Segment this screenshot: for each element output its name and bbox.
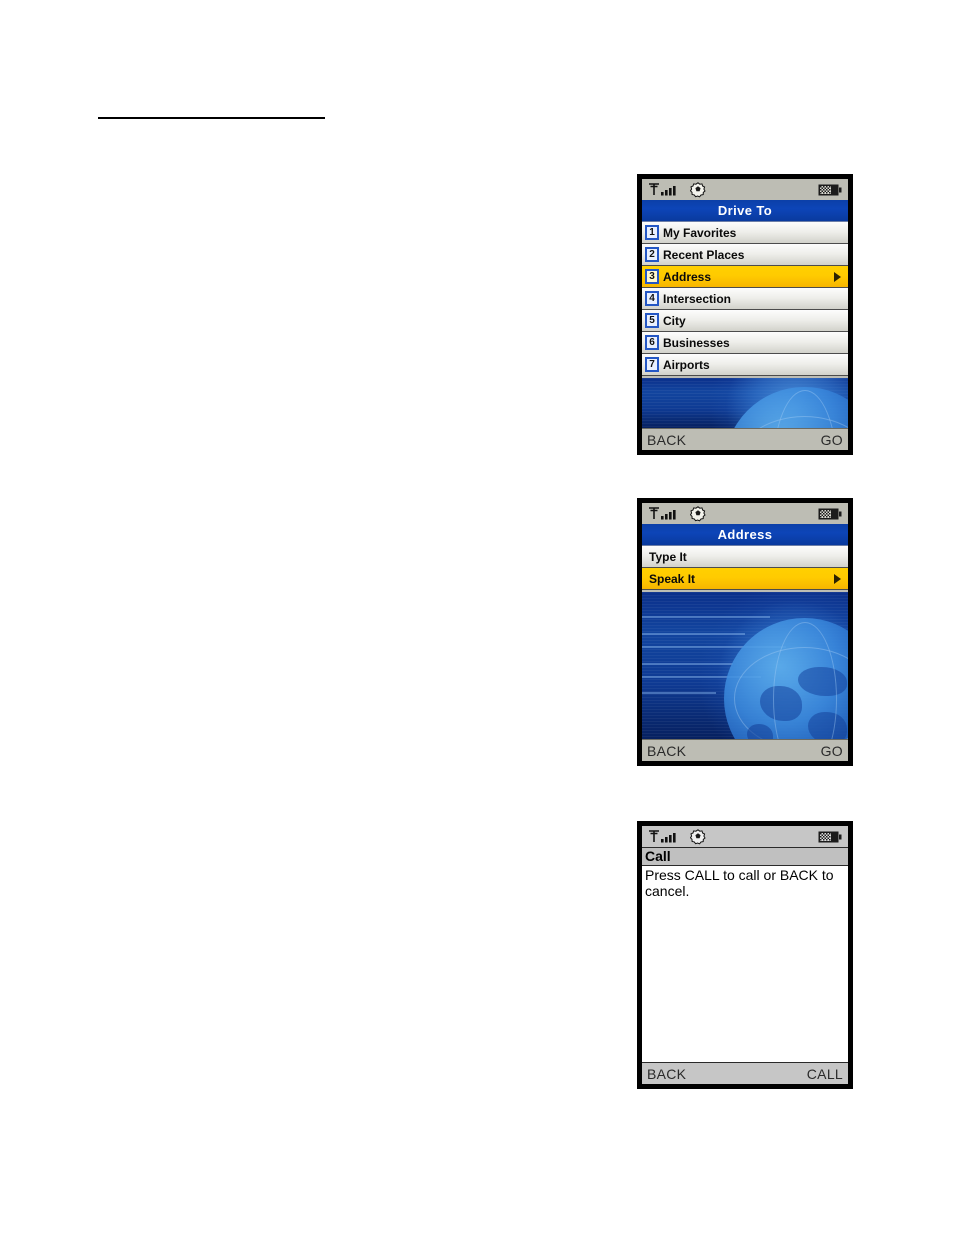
menu-item-label: Airports: [663, 357, 710, 372]
status-bar: [642, 179, 848, 200]
menu-item-label: City: [663, 313, 686, 328]
screen-title-call: Call: [642, 847, 848, 866]
battery-icon: [818, 184, 842, 196]
soft-key-bar: BACK CALL: [642, 1062, 848, 1084]
globe-graphic: [724, 387, 848, 428]
item-number-badge: 7: [645, 357, 659, 372]
item-number-badge: 4: [645, 291, 659, 306]
battery-icon: [818, 508, 842, 520]
screen-title-drive-to: Drive To: [642, 200, 848, 222]
device-screen: Address Type It Speak It BACK GO: [642, 503, 848, 761]
item-number-badge: 5: [645, 313, 659, 328]
softkey-back[interactable]: BACK: [647, 1066, 686, 1082]
softkey-back[interactable]: BACK: [647, 432, 686, 448]
menu-item-city[interactable]: 5 City: [642, 310, 848, 332]
menu-item-label: Businesses: [663, 335, 730, 350]
menu-item-recent-places[interactable]: 2 Recent Places: [642, 244, 848, 266]
globe-graphic: [724, 618, 848, 739]
softkey-call[interactable]: CALL: [807, 1066, 843, 1082]
call-prompt-text: Press CALL to call or BACK to cancel.: [642, 866, 848, 1061]
gear-icon: [690, 506, 706, 522]
globe-wallpaper: [642, 592, 848, 739]
menu-item-address[interactable]: 3 Address: [642, 266, 848, 288]
softkey-go[interactable]: GO: [821, 432, 843, 448]
signal-strength-icon: [649, 507, 676, 520]
menu-item-label: Type It: [649, 549, 687, 564]
menu-item-airports[interactable]: 7 Airports: [642, 354, 848, 376]
wallpaper-streak: [642, 691, 717, 694]
menu-item-label: Speak It: [649, 571, 696, 586]
page-horizontal-rule: [98, 117, 325, 119]
device-screen: Drive To 1 My Favorites 2 Recent Places …: [642, 179, 848, 450]
menu-item-speak-it[interactable]: Speak It: [642, 568, 848, 590]
menu-item-label: Intersection: [663, 291, 732, 306]
signal-strength-icon: [649, 183, 676, 196]
phone-screenshot-address: Address Type It Speak It BACK GO: [637, 498, 853, 766]
phone-screenshot-call: Call Press CALL to call or BACK to cance…: [637, 821, 853, 1089]
chevron-right-icon: [834, 573, 841, 584]
phone-screenshot-drive-to: Drive To 1 My Favorites 2 Recent Places …: [637, 174, 853, 455]
gear-icon: [690, 829, 706, 845]
globe-wallpaper: [642, 378, 848, 428]
drive-to-menu-list: 1 My Favorites 2 Recent Places 3 Address…: [642, 222, 848, 376]
signal-strength-icon: [649, 830, 676, 843]
globe-landmass: [759, 685, 802, 722]
wallpaper-streak: [642, 633, 745, 636]
chevron-right-icon: [834, 271, 841, 282]
menu-item-label: My Favorites: [663, 225, 737, 240]
item-number-badge: 6: [645, 335, 659, 350]
wallpaper-streak: [642, 615, 770, 618]
menu-item-label: Recent Places: [663, 247, 745, 262]
soft-key-bar: BACK GO: [642, 428, 848, 450]
menu-item-type-it[interactable]: Type It: [642, 546, 848, 568]
address-menu-list: Type It Speak It: [642, 546, 848, 590]
wallpaper-streak: [642, 662, 733, 665]
globe-landmass: [798, 666, 847, 696]
item-number-badge: 3: [645, 269, 659, 284]
status-bar: [642, 826, 848, 847]
soft-key-bar: BACK GO: [642, 739, 848, 761]
menu-item-businesses[interactable]: 6 Businesses: [642, 332, 848, 354]
globe-landmass: [746, 724, 773, 739]
item-number-badge: 1: [645, 225, 659, 240]
menu-item-label: Address: [663, 269, 712, 284]
status-bar: [642, 503, 848, 524]
gear-icon: [690, 182, 706, 198]
globe-landmass: [807, 711, 847, 739]
battery-icon: [818, 831, 842, 843]
softkey-back[interactable]: BACK: [647, 743, 686, 759]
softkey-go[interactable]: GO: [821, 743, 843, 759]
screen-title-address: Address: [642, 524, 848, 546]
menu-item-intersection[interactable]: 4 Intersection: [642, 288, 848, 310]
item-number-badge: 2: [645, 247, 659, 262]
device-screen: Call Press CALL to call or BACK to cance…: [642, 826, 848, 1084]
menu-item-my-favorites[interactable]: 1 My Favorites: [642, 222, 848, 244]
